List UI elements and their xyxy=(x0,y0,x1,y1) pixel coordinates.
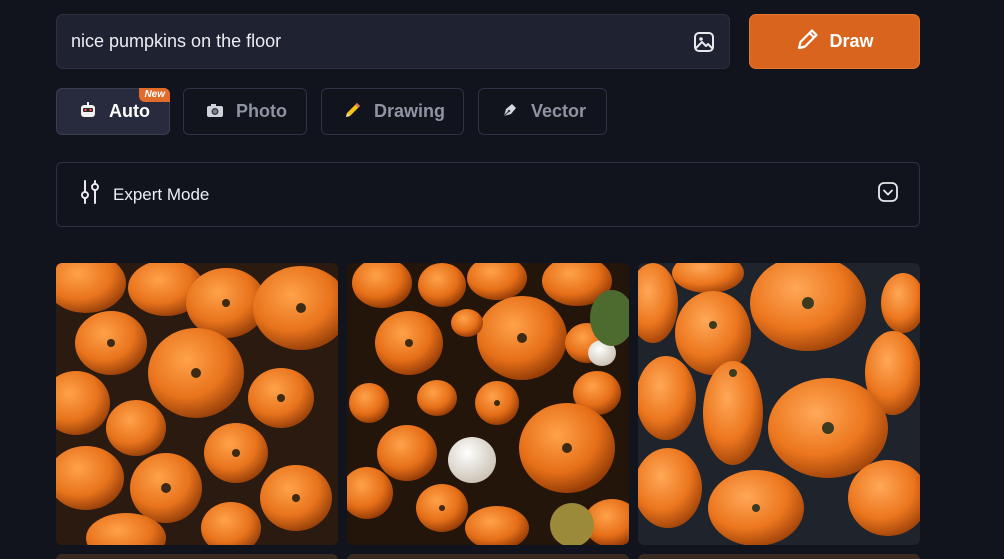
style-auto-label: Auto xyxy=(109,101,150,121)
image-gallery xyxy=(56,263,920,559)
generated-image-partial[interactable] xyxy=(347,554,629,559)
style-photo-label: Photo xyxy=(236,101,287,121)
pencil-icon xyxy=(342,100,364,123)
generated-image[interactable] xyxy=(347,263,629,545)
style-photo-button[interactable]: Photo xyxy=(183,88,307,135)
style-drawing-label: Drawing xyxy=(374,101,446,121)
chevron-down-icon[interactable] xyxy=(877,181,899,208)
expert-mode-label: Expert Mode xyxy=(113,184,210,204)
new-badge: New xyxy=(139,88,170,102)
pencil-icon xyxy=(795,26,821,57)
style-drawing-button[interactable]: Drawing xyxy=(321,88,464,135)
generated-image-partial[interactable] xyxy=(56,554,338,559)
draw-button-label: Draw xyxy=(829,31,874,51)
prompt-text[interactable]: nice pumpkins on the floor xyxy=(71,31,691,52)
image-icon[interactable] xyxy=(691,29,717,55)
generated-image-partial[interactable] xyxy=(638,554,920,559)
draw-button[interactable]: Draw xyxy=(749,14,920,69)
style-vector-label: Vector xyxy=(531,101,587,121)
pen-nib-icon xyxy=(499,100,521,123)
generated-image[interactable] xyxy=(638,263,920,545)
robot-icon xyxy=(77,100,99,123)
generated-image[interactable] xyxy=(56,263,338,545)
sliders-icon xyxy=(79,179,101,210)
style-vector-button[interactable]: Vector xyxy=(478,88,607,135)
camera-icon xyxy=(204,100,226,123)
expert-mode-toggle[interactable]: Expert Mode xyxy=(56,162,920,227)
style-auto-button[interactable]: Auto New xyxy=(56,88,170,135)
prompt-input[interactable]: nice pumpkins on the floor xyxy=(56,14,730,69)
